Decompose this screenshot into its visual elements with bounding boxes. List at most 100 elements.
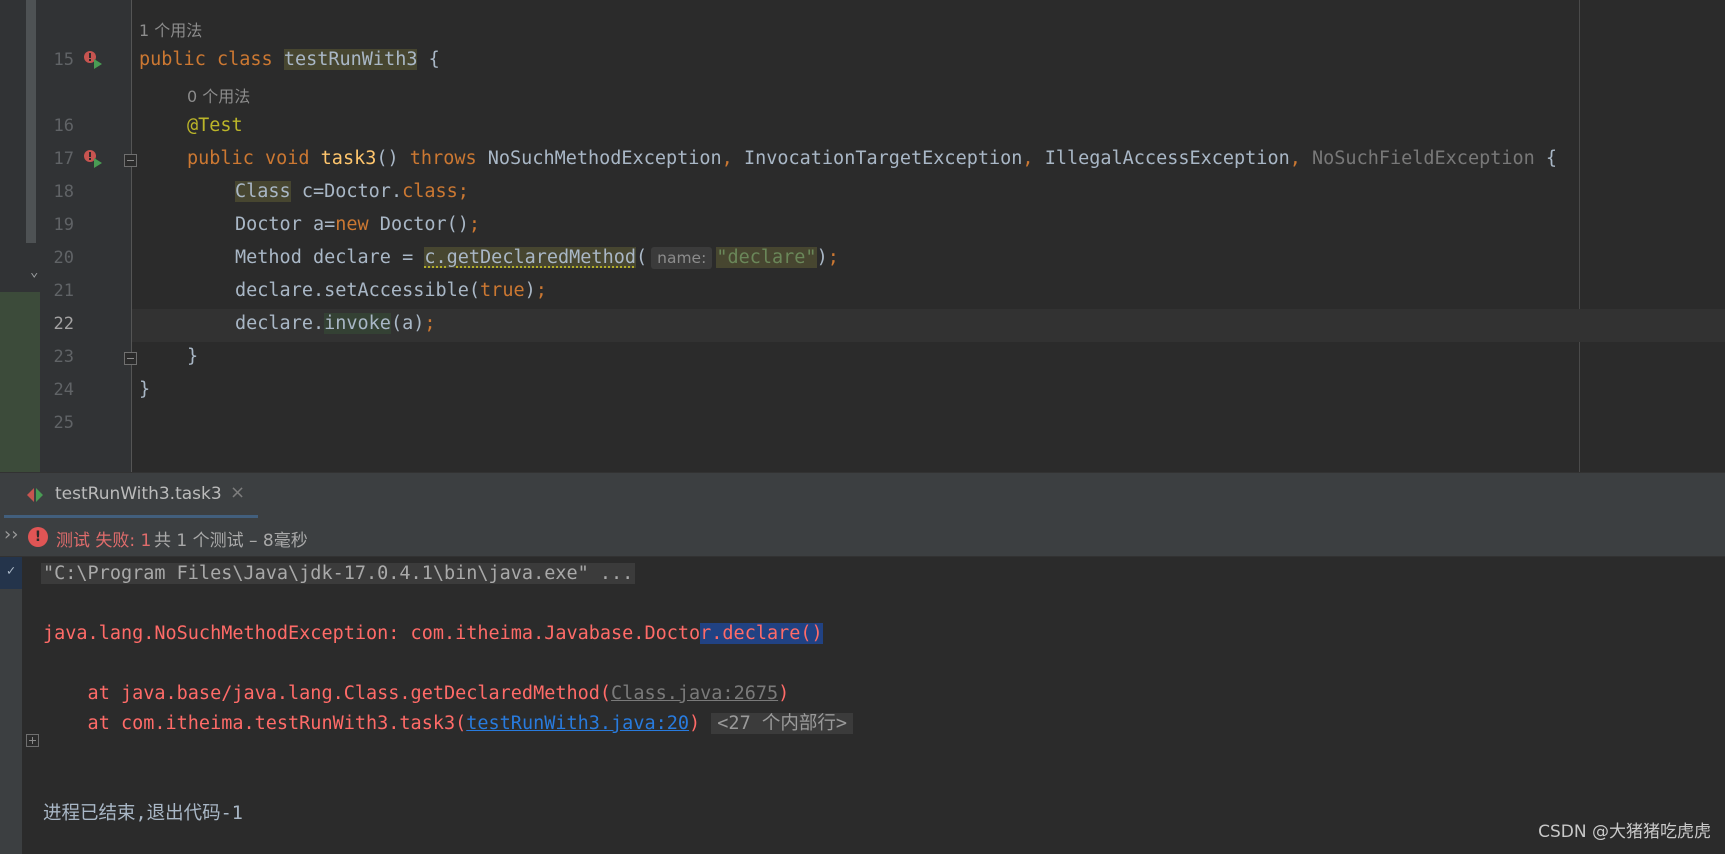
line-number: 18 [53, 182, 74, 202]
keyword: true [480, 280, 525, 301]
parameter-hint: name: [651, 247, 713, 269]
code-text: { [1545, 148, 1558, 169]
vcs-change-marker [0, 292, 40, 472]
code-text: ) [524, 280, 536, 301]
trace-text: at java.base/java.lang.Class.getDeclared… [43, 683, 612, 704]
code-text: } [187, 346, 199, 367]
code-editor[interactable]: ⌄ 1 个用法 0 个用法 15 16 17 18 19 20 21 22 23… [0, 0, 1725, 472]
folded-lines[interactable]: <27 个内部行> [711, 713, 853, 734]
exception-type: NoSuchMethodException [487, 148, 722, 169]
trace-text: ) [689, 713, 701, 734]
line-number: 16 [53, 116, 74, 136]
error-icon: ! [28, 527, 48, 547]
line-number: 15 [53, 50, 74, 70]
string-literal: "declare" [716, 247, 817, 268]
punctuation: ; [535, 280, 547, 301]
punctuation: ; [424, 313, 436, 334]
code-line-22[interactable]: declare.invoke(a); [235, 311, 436, 337]
code-line-21[interactable]: declare.setAccessible(true); [235, 278, 547, 304]
run-tab-bar: testRunWith3.task3 × [0, 472, 1725, 519]
exception-type: IllegalAccessException [1044, 148, 1290, 169]
keyword: public [187, 148, 254, 169]
code-line-23[interactable]: } [187, 344, 198, 370]
code-line-18[interactable]: Class c=Doctor.class; [235, 179, 469, 205]
exit-text: 进程已结束,退出代码-1 [43, 803, 243, 824]
exception-type: InvocationTargetException [743, 148, 1023, 169]
scrollbar-thumb[interactable] [26, 0, 36, 243]
punctuation: , [1022, 148, 1034, 169]
editor-left-strip: ⌄ [0, 0, 40, 472]
line-number: 19 [53, 215, 74, 235]
punctuation: ; [827, 247, 839, 268]
method-name: task3 [320, 148, 377, 169]
test-run-icon [27, 488, 43, 502]
keyword: void [264, 148, 310, 169]
code-line-20[interactable]: Method declare = c.getDeclaredMethod(nam… [235, 245, 839, 271]
code-text: declare. [235, 313, 325, 334]
fold-collapse-icon[interactable] [124, 154, 137, 167]
line-number: 20 [53, 248, 74, 268]
punctuation: , [721, 148, 733, 169]
trace-text: ) [778, 683, 790, 704]
source-link[interactable]: Class.java:2675 [611, 683, 778, 704]
expand-icon[interactable] [26, 734, 39, 747]
code-line-24[interactable]: } [139, 377, 150, 403]
command-line: "C:\Program Files\Java\jdk-17.0.4.1\bin\… [41, 563, 636, 584]
watermark: CSDN @大猪猪吃虎虎 [1538, 822, 1711, 842]
code-line-15[interactable]: public class testRunWith3 { [139, 47, 440, 73]
usage-hint-class[interactable]: 1 个用法 [139, 17, 202, 41]
exception-type-unused: NoSuchFieldException [1312, 148, 1535, 169]
run-test-class-icon[interactable] [82, 49, 104, 69]
keyword: class [402, 181, 458, 202]
line-number: 17 [53, 149, 74, 169]
source-link[interactable]: testRunWith3.java:20 [466, 713, 689, 734]
fold-end-icon[interactable] [124, 352, 137, 365]
code-text: } [139, 379, 151, 400]
code-text: Doctor() [368, 214, 469, 235]
keyword: throws [409, 148, 477, 169]
code-line-16[interactable]: @Test [187, 113, 243, 139]
test-summary: 共 1 个测试 – 8毫秒 [154, 531, 308, 551]
check-icon[interactable]: ✓ [0, 557, 22, 589]
line-number: 23 [53, 347, 74, 367]
punctuation: ; [468, 214, 481, 235]
usage-hint-method[interactable]: 0 个用法 [187, 83, 250, 107]
code-text: c=Doctor. [290, 181, 403, 202]
run-tab-label: testRunWith3.task3 [55, 484, 222, 504]
code-text: Method declare = [235, 247, 425, 268]
code-line-17[interactable]: public void task3() throws NoSuchMethodE… [187, 146, 1557, 172]
trace-text: at com.itheima.testRunWith3.task3( [43, 713, 467, 734]
test-status-bar: ›› ! 测试 失败: 1 共 1 个测试 – 8毫秒 [0, 518, 1725, 557]
type-name: Class [235, 181, 291, 202]
punctuation: ; [457, 181, 469, 202]
run-tab[interactable]: testRunWith3.task3 × [4, 473, 258, 519]
line-number: 22 [53, 314, 74, 334]
console-exception[interactable]: java.lang.NoSuchMethodException: com.ith… [43, 620, 823, 648]
console-command[interactable]: "C:\Program Files\Java\jdk-17.0.4.1\bin\… [41, 560, 636, 588]
gutter-divider [131, 0, 132, 472]
run-tool-window: testRunWith3.task3 × ›› ! 测试 失败: 1 共 1 个… [0, 472, 1725, 854]
code-text: () [376, 148, 399, 169]
console-trace-2: at com.itheima.testRunWith3.task3(testRu… [43, 710, 853, 738]
keyword: new [335, 214, 369, 235]
run-test-method-icon[interactable] [82, 148, 104, 168]
more-options-icon[interactable]: ›› [4, 524, 18, 545]
close-icon[interactable]: × [230, 482, 245, 503]
code-text: ( [635, 247, 648, 268]
code-text: { [417, 49, 440, 70]
test-fail-status: 测试 失败: 1 [56, 531, 152, 551]
code-text: (a) [390, 313, 425, 334]
code-text: ) [816, 247, 828, 268]
selected-text: r.declare() [700, 623, 823, 644]
line-number: 24 [53, 380, 74, 400]
punctuation: , [1289, 148, 1301, 169]
exception-text: java.lang.NoSuchMethodException: com.ith… [43, 623, 701, 644]
code-text: Doctor a= [235, 214, 336, 235]
code-text: declare.setAccessible( [235, 280, 481, 301]
code-line-19[interactable]: Doctor a=new Doctor(); [235, 212, 480, 238]
console-trace-1: at java.base/java.lang.Class.getDeclared… [43, 680, 790, 708]
keyword: class [216, 49, 273, 70]
method-call-warning[interactable]: c.getDeclaredMethod [424, 247, 636, 268]
line-number: 25 [53, 413, 74, 433]
chevron-icon[interactable]: ⌄ [30, 264, 38, 280]
